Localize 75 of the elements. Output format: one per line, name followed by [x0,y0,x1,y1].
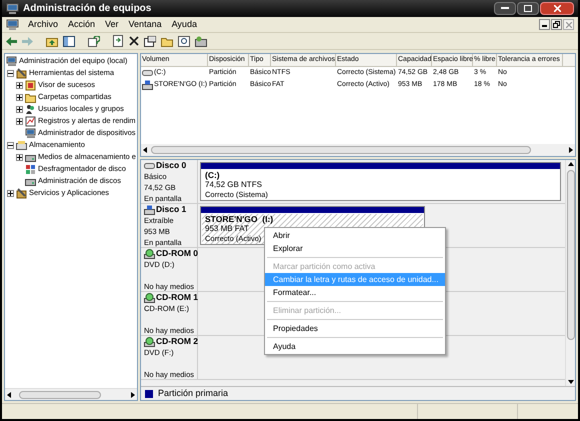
disk-name: Disco 0 [156,160,186,171]
minimize-icon [501,7,509,10]
folder-icon[interactable] [161,36,173,46]
computer-icon [6,2,19,14]
maximize-button[interactable] [517,2,539,15]
toolbox-icon [16,68,27,78]
event-viewer-icon [25,80,36,90]
menu-item[interactable]: Ventana [124,18,167,32]
scrollbar-thumb[interactable] [151,146,531,154]
maximize-icon [524,5,532,12]
minimize-icon [542,25,547,27]
menu-item[interactable]: Ver [100,18,124,32]
expand-toggle[interactable] [7,190,14,196]
vertical-scrollbar[interactable] [565,160,575,386]
partition-label: STORE'N'GO (I:) [205,214,274,224]
storage-icon [16,140,27,150]
defrag-icon [25,164,36,174]
computer-icon [6,56,17,66]
window-title: Administración de equipos [23,2,152,16]
menu-item[interactable]: Acción [63,18,100,32]
computer-icon [25,128,36,138]
scroll-up-icon[interactable] [568,162,574,166]
expand-toggle[interactable] [16,106,23,112]
users-icon [25,104,36,114]
menu-item[interactable]: Ayuda [265,340,445,353]
partition-label: (C:) [205,170,220,180]
properties-icon[interactable] [144,36,156,46]
disk-name: Disco 1 [156,204,186,215]
expand-toggle[interactable] [16,82,23,88]
scrollbar-thumb[interactable] [566,170,574,340]
removable-drive-icon [142,80,153,90]
export-icon[interactable] [113,35,124,47]
scroll-down-icon[interactable] [568,380,574,384]
folder-up-icon[interactable] [46,36,58,46]
collapse-toggle[interactable] [7,70,14,76]
menu-item[interactable]: Formatear... [265,286,445,299]
horizontal-scrollbar[interactable] [5,388,137,400]
minimize-button[interactable] [539,19,550,30]
partition-size: 953 MB FAT [205,224,249,234]
drive-icon [144,160,155,170]
horizontal-scrollbar[interactable] [141,144,575,156]
scroll-left-icon[interactable] [7,392,11,398]
scroll-right-icon[interactable] [131,392,135,398]
expand-toggle[interactable] [16,94,23,100]
legend-swatch [145,390,153,398]
tree-toggle-icon[interactable] [63,36,75,46]
back-arrow-icon[interactable] [6,36,17,46]
expand-toggle[interactable] [16,118,23,124]
scroll-left-icon[interactable] [143,147,147,153]
scroll-right-icon[interactable] [569,147,573,153]
close-icon [566,22,572,28]
menu-item[interactable]: Ayuda [166,18,202,32]
disk-settings-icon[interactable] [195,36,207,46]
close-button[interactable] [540,2,574,15]
chart-icon [25,116,36,126]
expand-toggle[interactable] [16,154,23,160]
disk-name: CD-ROM 0 [156,248,198,259]
collapse-toggle[interactable] [7,142,14,148]
restore-button[interactable] [551,19,562,30]
minimize-button[interactable] [494,2,516,15]
menu-item[interactable]: Explorar [265,242,445,255]
menu-item[interactable]: Propiedades [265,322,445,335]
partition-size: 74,52 GB NTFS [205,180,262,190]
menu-item[interactable]: Archivo [23,18,64,32]
toolbox-icon [16,188,27,198]
disk-name: CD-ROM 2 [156,336,198,347]
restore-icon [553,21,560,28]
scrollbar-thumb[interactable] [19,390,101,398]
legend-label: Partición primaria [158,386,228,400]
computer-icon [6,18,19,30]
disk-name: CD-ROM 1 [156,292,198,303]
close-icon [554,5,560,12]
delete-icon[interactable] [129,36,139,46]
drive-icon [142,68,153,78]
folder-icon [25,92,36,102]
